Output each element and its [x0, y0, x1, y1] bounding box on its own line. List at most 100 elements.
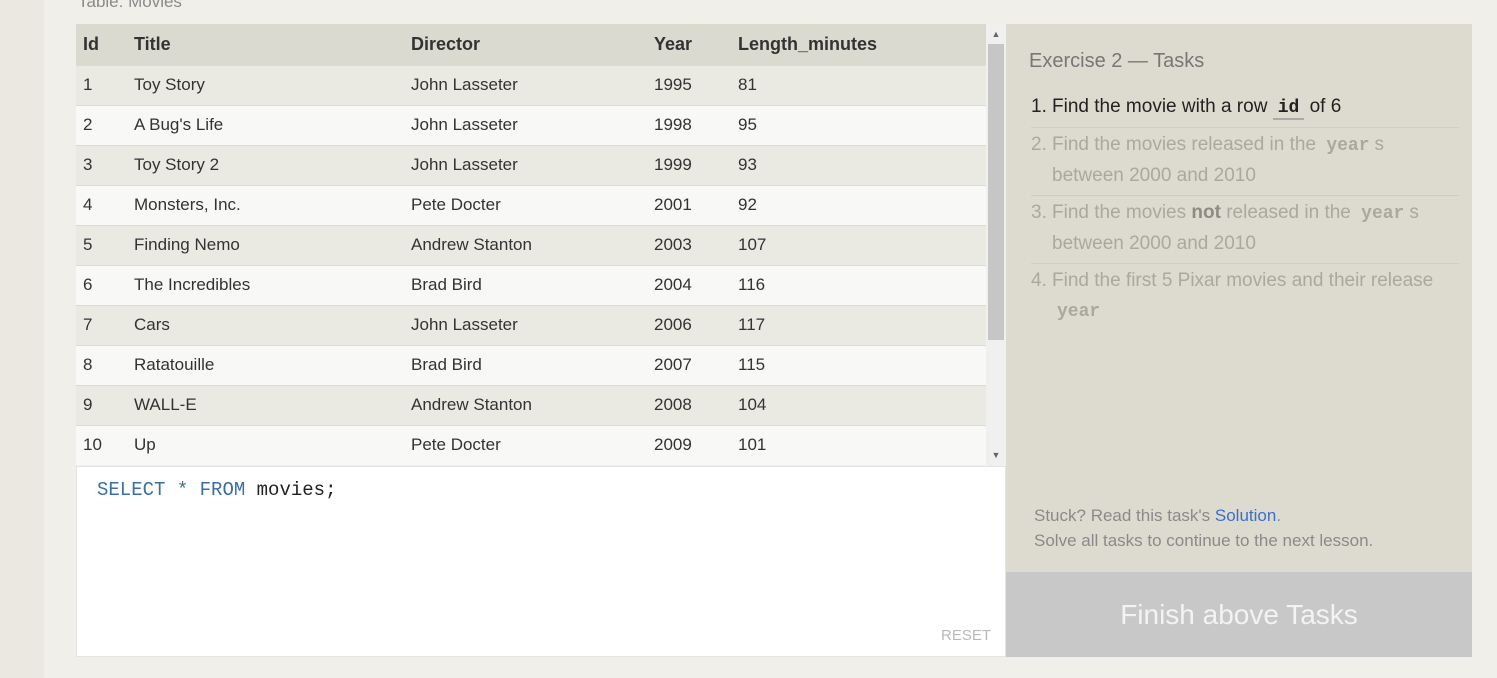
- cell-length: 101: [738, 435, 767, 455]
- cell-id: 1: [83, 75, 93, 94]
- tasks-title: Exercise 2 — Tasks: [1029, 50, 1205, 72]
- cell-id: 5: [83, 235, 93, 254]
- table-header-row: Id Title Director Year Length_minutes: [76, 24, 986, 65]
- task-code: year: [1326, 136, 1370, 156]
- cell-id: 2: [83, 115, 93, 134]
- cell-title: Ratatouille: [134, 355, 215, 374]
- task-text-mid: released in the: [1220, 202, 1357, 223]
- cell-director: Andrew Stanton: [411, 395, 532, 414]
- cell-id: 6: [83, 275, 93, 294]
- task-text-pre: Find the movies: [1052, 202, 1192, 223]
- task-item-3: 3. Find the movies not released in the y…: [1031, 196, 1459, 264]
- task-item-4: 4. Find the first 5 Pixar movies and the…: [1031, 264, 1459, 331]
- column-header-title: Title: [134, 33, 171, 54]
- cell-director: John Lasseter: [411, 315, 518, 334]
- table-scrollbar[interactable]: ▲ ▼: [986, 24, 1006, 465]
- table-row: 1 Toy Story John Lasseter 1995 81: [76, 65, 986, 105]
- task-item-1: 1. Find the movie with a row id of 6: [1031, 90, 1459, 128]
- cell-length: 117: [738, 315, 766, 334]
- cell-title: The Incredibles: [134, 275, 251, 294]
- task-text: Find the first 5 Pixar movies and their …: [1052, 266, 1459, 327]
- scroll-down-arrow-icon[interactable]: ▼: [986, 447, 1006, 463]
- table-row: 9 WALL-E Andrew Stanton 2008 104: [76, 385, 986, 425]
- column-header-id: Id: [83, 33, 99, 54]
- task-text: Find the movies released in the year s be…: [1052, 130, 1459, 191]
- task-number: 2.: [1031, 134, 1047, 155]
- sql-star: *: [176, 479, 189, 501]
- tasks-panel: Exercise 2 — Tasks 1. Find the movie wit…: [1006, 24, 1472, 572]
- cell-title: Finding Nemo: [134, 235, 240, 254]
- cell-title: WALL-E: [134, 395, 197, 414]
- task-code: id: [1272, 98, 1305, 120]
- task-text-pre: Find the first 5 Pixar movies and their …: [1052, 270, 1434, 291]
- cell-year: 1995: [654, 75, 692, 94]
- cell-year: 2004: [654, 275, 692, 294]
- task-text-pre: Find the movie with a row: [1052, 96, 1273, 117]
- cell-title: Toy Story 2: [134, 155, 220, 174]
- cell-length: 116: [738, 275, 766, 294]
- cell-length: 81: [738, 75, 757, 94]
- cell-title: Monsters, Inc.: [134, 195, 241, 214]
- table-row: 3 Toy Story 2 John Lasseter 1999 93: [76, 145, 986, 185]
- scroll-up-arrow-icon[interactable]: ▲: [986, 26, 1006, 42]
- cell-year: 1999: [654, 155, 692, 174]
- cell-year: 2001: [654, 195, 692, 214]
- cell-length: 92: [738, 195, 757, 214]
- cell-year: 2007: [654, 355, 692, 374]
- sql-table-name: movies;: [256, 479, 337, 501]
- cell-title: Toy Story: [134, 75, 205, 94]
- cell-director: Pete Docter: [411, 195, 501, 214]
- sql-keyword-select: SELECT: [97, 479, 166, 501]
- cell-year: 1998: [654, 115, 692, 134]
- table-row: 4 Monsters, Inc. Pete Docter 2001 92: [76, 185, 986, 225]
- cell-director: Pete Docter: [411, 435, 501, 455]
- cell-id: 4: [83, 195, 93, 214]
- cell-year: 2009: [654, 435, 692, 455]
- cell-director: Brad Bird: [411, 275, 482, 294]
- cell-title: Cars: [134, 315, 170, 334]
- cell-director: Andrew Stanton: [411, 235, 532, 254]
- sql-query-text[interactable]: SELECT * FROM movies;: [97, 479, 336, 501]
- cell-director: John Lasseter: [411, 115, 518, 134]
- cell-director: Brad Bird: [411, 355, 482, 374]
- task-code: year: [1057, 302, 1101, 322]
- column-header-director: Director: [411, 33, 481, 54]
- task-item-2: 2. Find the movies released in the year s…: [1031, 128, 1459, 196]
- task-number: 3.: [1031, 202, 1047, 223]
- column-header-length: Length_minutes: [738, 33, 878, 54]
- task-emphasis: not: [1191, 202, 1221, 223]
- cell-director: John Lasseter: [411, 155, 518, 174]
- cell-id: 9: [83, 395, 93, 414]
- results-table: Id Title Director Year Length_minutes 1 T…: [76, 24, 986, 465]
- table-body: 1 Toy Story John Lasseter 1995 81 2 A Bug's Li…: [76, 65, 986, 465]
- hint-line-2: Solve all tasks to continue to the next …: [1034, 531, 1374, 550]
- task-text-post: of 6: [1304, 96, 1342, 117]
- hint-prefix: Stuck? Read this task's: [1034, 506, 1215, 525]
- cell-year: 2008: [654, 395, 692, 414]
- cell-length: 115: [738, 355, 766, 374]
- task-number: 1.: [1031, 96, 1047, 117]
- cell-year: 2003: [654, 235, 692, 254]
- cell-id: 10: [83, 435, 102, 455]
- solution-link[interactable]: Solution: [1215, 506, 1276, 525]
- task-text-pre: Find the movies released in the: [1052, 134, 1322, 155]
- sql-keyword-from: FROM: [199, 479, 246, 501]
- sql-editor[interactable]: SELECT * FROM movies; RESET: [76, 466, 1006, 657]
- cell-length: 93: [738, 155, 757, 174]
- finish-tasks-button[interactable]: Finish above Tasks: [1006, 572, 1472, 657]
- task-code: year: [1361, 204, 1405, 224]
- scroll-thumb[interactable]: [988, 44, 1004, 340]
- cell-title: Up: [134, 435, 156, 455]
- cell-director: John Lasseter: [411, 75, 518, 94]
- cell-id: 7: [83, 315, 93, 334]
- hint-text: Stuck? Read this task's Solution. Solve …: [1034, 503, 1373, 553]
- cell-id: 3: [83, 155, 93, 174]
- task-list: 1. Find the movie with a row id of 6 2. …: [1031, 90, 1459, 331]
- task-text: Find the movies not released in the year…: [1052, 198, 1459, 259]
- reset-button[interactable]: RESET: [941, 627, 991, 644]
- task-number: 4.: [1031, 270, 1047, 291]
- table-row: 8 Ratatouille Brad Bird 2007 115: [76, 345, 986, 385]
- cell-title: A Bug's Life: [134, 115, 224, 134]
- column-header-year: Year: [654, 33, 693, 54]
- cell-length: 107: [738, 235, 767, 254]
